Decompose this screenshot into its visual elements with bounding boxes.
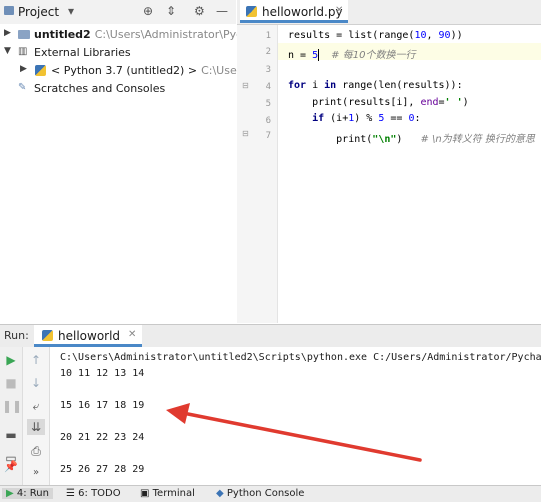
annotation-arrow-shaft [186,412,422,462]
bottom-tab-todo[interactable]: ☰ 6: TODO [66,488,121,499]
python-icon: ◆ [216,488,227,499]
bottom-tab-label: 4: Run [16,488,49,499]
terminal-icon: ▣ [140,488,153,499]
bottom-tab-terminal[interactable]: ▣ Terminal [140,488,195,499]
annotation-arrow [166,403,422,462]
bottom-tab-python-console[interactable]: ◆ Python Console [216,488,304,499]
bottom-tab-label: Python Console [226,488,305,499]
play-icon: ▶ [6,488,17,499]
list-icon: ☰ [66,488,79,499]
bottom-tool-bar: ▶ 4: Run ☰ 6: TODO ▣ Terminal ◆ Python C… [0,485,541,502]
annotation-arrow-head [166,403,190,424]
bottom-tab-label: Terminal [152,488,195,499]
bottom-tab-run[interactable]: ▶ 4: Run [2,488,53,499]
bottom-tab-label: 6: TODO [78,488,121,499]
